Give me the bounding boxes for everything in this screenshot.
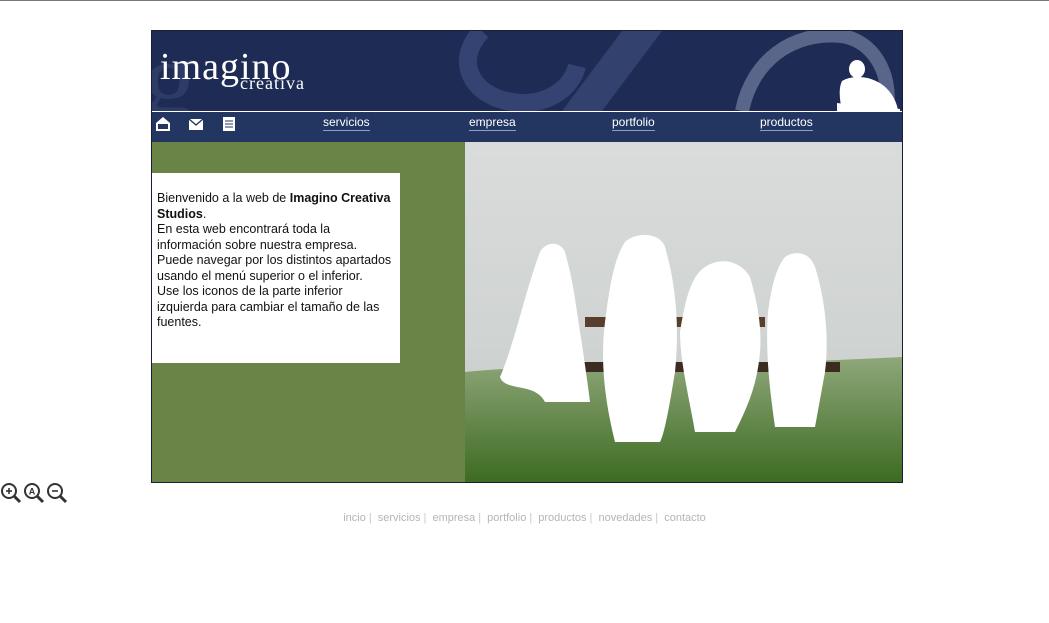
nav-productos[interactable]: productos <box>760 115 813 131</box>
welcome-box: Bienvenido a la web de Imagino Creativa … <box>152 173 400 363</box>
document-icon[interactable] <box>221 116 237 132</box>
footer-link-servicios[interactable]: servicios <box>378 512 421 524</box>
footer-link-productos[interactable]: productos <box>538 512 586 524</box>
site-container: g imagino creativa servicios empresa por… <box>151 30 903 483</box>
footer-links: incio | servicios | empresa | portfolio | pr… <box>0 512 1049 524</box>
nav-empresa[interactable]: empresa <box>469 115 516 131</box>
mail-icon[interactable] <box>188 116 204 132</box>
footer-link-contacto[interactable]: contacto <box>664 512 706 524</box>
logo-sub-text[interactable]: creativa <box>240 73 305 94</box>
welcome-paragraph-nav: Puede navegar por los distintos apartado… <box>157 253 392 283</box>
footer-separator: | <box>423 512 427 524</box>
svg-text:A: A <box>29 487 36 497</box>
footer-separator: | <box>368 512 372 524</box>
footer-link-incio[interactable]: incio <box>343 512 366 524</box>
footer-link-empresa[interactable]: empresa <box>432 512 475 524</box>
footer-separator: | <box>478 512 482 524</box>
welcome-intro: Bienvenido a la web de <box>157 191 290 205</box>
home-icon[interactable] <box>155 116 171 132</box>
zoom-reset-icon[interactable]: A <box>23 482 45 504</box>
header: g imagino creativa <box>152 31 902 111</box>
nav-servicios[interactable]: servicios <box>323 115 370 131</box>
welcome-paragraph-info: En esta web encontrará toda la informaci… <box>157 222 358 252</box>
content-left-panel: Bienvenido a la web de Imagino Creativa … <box>152 142 465 482</box>
footer-link-novedades[interactable]: novedades <box>598 512 652 524</box>
top-divider <box>0 0 1049 1</box>
hero-photo <box>465 142 902 482</box>
zoom-in-icon[interactable] <box>0 482 22 504</box>
footer-separator: | <box>529 512 533 524</box>
footer-separator: | <box>589 512 593 524</box>
welcome-intro-end: . <box>202 206 207 221</box>
footer-separator: | <box>655 512 659 524</box>
footer-link-portfolio[interactable]: portfolio <box>487 512 526 524</box>
welcome-paragraph-fonts: Use los iconos de la parte inferior izqu… <box>157 284 380 329</box>
nav-bar: servicios empresa portfolio productos <box>152 112 902 142</box>
nav-portfolio[interactable]: portfolio <box>612 115 655 131</box>
zoom-out-icon[interactable] <box>46 482 68 504</box>
